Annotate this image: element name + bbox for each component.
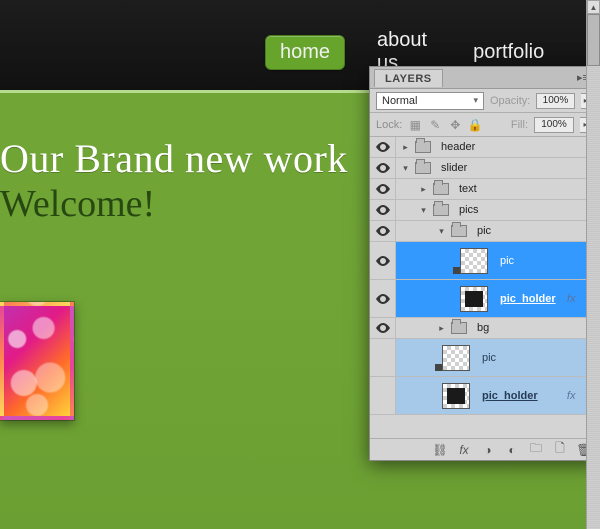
lock-all-icon[interactable]: 🔒 (468, 118, 482, 132)
visibility-toggle[interactable] (370, 339, 396, 376)
layer-name: pic_holder (500, 293, 556, 305)
scroll-up-icon[interactable]: ▲ (587, 0, 600, 14)
disclosure-triangle-icon[interactable]: ▸ (400, 142, 411, 153)
lock-paint-icon[interactable]: ✎ (428, 118, 442, 132)
panel-tabbar: LAYERS ▸≡ (370, 67, 598, 89)
folder-icon (451, 322, 467, 334)
visibility-toggle[interactable] (370, 200, 396, 220)
hero-heading-1: Our Brand new work (0, 135, 348, 182)
nav-home[interactable]: home (265, 35, 345, 70)
layers-tab[interactable]: LAYERS (374, 69, 443, 87)
layers-tab-label: LAYERS (385, 73, 432, 85)
visibility-toggle[interactable] (370, 242, 396, 279)
disclosure-triangle-icon[interactable]: ▾ (400, 163, 411, 174)
new-group-icon[interactable]: 🗀 (528, 442, 544, 458)
layer-name: bg (477, 322, 489, 334)
visibility-toggle[interactable] (370, 318, 396, 338)
hero-thumbnail (0, 302, 74, 420)
visibility-toggle[interactable] (370, 221, 396, 241)
visibility-toggle[interactable] (370, 137, 396, 157)
visibility-toggle[interactable] (370, 280, 396, 317)
folder-icon (433, 204, 449, 216)
layer-name: pics (459, 204, 479, 216)
layer-name: pic_holder (482, 390, 538, 402)
blend-row: Normal ▾ Opacity: 100% ▸ (370, 89, 598, 113)
layer-name: text (459, 183, 477, 195)
fill-value[interactable]: 100% (534, 117, 574, 133)
layer-thumbnail[interactable] (460, 286, 488, 312)
layer-name: pic (477, 225, 491, 237)
disclosure-triangle-icon[interactable]: ▾ (418, 205, 429, 216)
folder-icon (415, 162, 431, 174)
layer-row-pic-hidden[interactable]: pic (370, 339, 598, 377)
layer-row-slider[interactable]: ▾ slider (370, 158, 598, 179)
layer-tree: ▸ header ▾ slider ▸ (370, 137, 598, 438)
folder-icon (451, 225, 467, 237)
visibility-toggle[interactable] (370, 158, 396, 178)
hero-heading-2: Welcome! (0, 182, 155, 226)
layer-name: pic (500, 255, 514, 267)
layer-thumbnail[interactable] (442, 345, 470, 371)
layer-row-pic-holder[interactable]: pic_holder fx ▾ (370, 280, 598, 318)
fx-badge[interactable]: fx (567, 390, 576, 402)
folder-icon (415, 141, 431, 153)
layer-thumbnail[interactable] (442, 383, 470, 409)
vertical-scrollbar[interactable]: ▲ (586, 0, 600, 529)
lock-transparent-icon[interactable]: ▦ (408, 118, 422, 132)
panel-footer: ⛓ fx ◑ ◐ 🗀 🗋 🗑 (370, 438, 598, 460)
layer-row-pics[interactable]: ▾ pics (370, 200, 598, 221)
blend-mode-value: Normal (382, 95, 417, 107)
layer-name: slider (441, 162, 467, 174)
disclosure-triangle-icon[interactable]: ▸ (418, 184, 429, 195)
visibility-toggle[interactable] (370, 179, 396, 199)
layer-row-pic[interactable]: pic (370, 242, 598, 280)
layer-thumbnail[interactable] (460, 248, 488, 274)
lock-position-icon[interactable]: ✥ (448, 118, 462, 132)
disclosure-triangle-icon[interactable]: ▾ (436, 226, 447, 237)
disclosure-triangle-icon[interactable]: ▸ (436, 323, 447, 334)
lock-label: Lock: (376, 119, 402, 131)
layer-row-text[interactable]: ▸ text (370, 179, 598, 200)
layer-name: pic (482, 352, 496, 364)
opacity-label: Opacity: (490, 95, 530, 107)
folder-icon (433, 183, 449, 195)
link-layers-icon[interactable]: ⛓ (432, 442, 448, 458)
layer-row-bg[interactable]: ▸ bg (370, 318, 598, 339)
visibility-toggle[interactable] (370, 377, 396, 414)
chevron-down-icon: ▾ (473, 95, 478, 106)
fill-label: Fill: (511, 119, 528, 131)
nav-portfolio[interactable]: portfolio (459, 35, 558, 70)
new-fill-adjust-icon[interactable]: ◐ (504, 442, 520, 458)
opacity-value[interactable]: 100% (536, 93, 574, 109)
lock-row: Lock: ▦ ✎ ✥ 🔒 Fill: 100% ▸ (370, 113, 598, 137)
layer-row-pic-group[interactable]: ▾ pic (370, 221, 598, 242)
layer-name: header (441, 141, 475, 153)
blend-mode-select[interactable]: Normal ▾ (376, 92, 484, 110)
scroll-thumb[interactable] (587, 14, 600, 66)
layer-row-header[interactable]: ▸ header (370, 137, 598, 158)
fx-badge[interactable]: fx (567, 293, 576, 305)
layers-panel: LAYERS ▸≡ Normal ▾ Opacity: 100% ▸ Lock:… (369, 66, 599, 461)
add-layer-style-icon[interactable]: fx (456, 442, 472, 458)
layer-row-pic-holder-hidden[interactable]: pic_holder fx ▾ (370, 377, 598, 415)
add-mask-icon[interactable]: ◑ (480, 442, 496, 458)
new-layer-icon[interactable]: 🗋 (552, 442, 568, 458)
